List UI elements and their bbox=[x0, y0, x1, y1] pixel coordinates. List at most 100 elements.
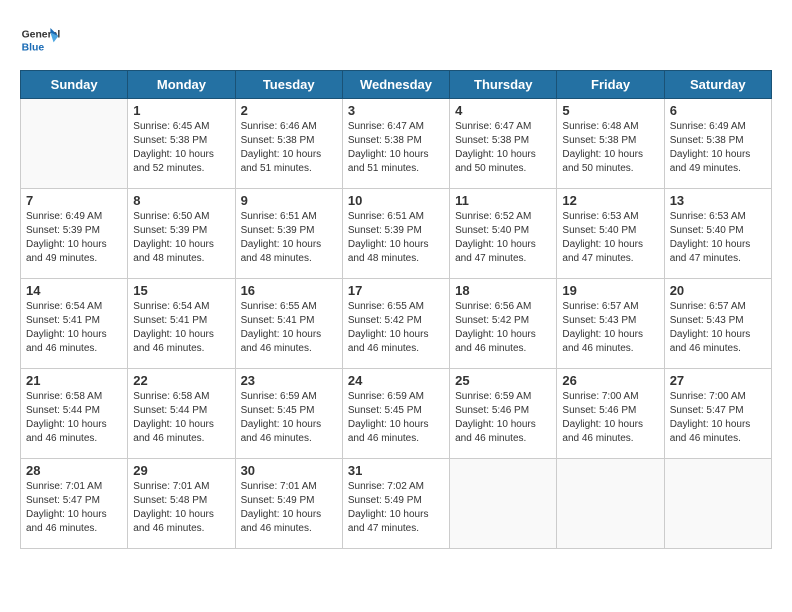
day-number: 19 bbox=[562, 283, 658, 298]
day-number: 8 bbox=[133, 193, 229, 208]
day-number: 25 bbox=[455, 373, 551, 388]
day-number: 20 bbox=[670, 283, 766, 298]
calendar-cell: 30 Sunrise: 7:01 AMSunset: 5:49 PMDayligh… bbox=[235, 459, 342, 549]
calendar-cell: 14 Sunrise: 6:54 AMSunset: 5:41 PMDayligh… bbox=[21, 279, 128, 369]
day-info: Sunrise: 6:58 AMSunset: 5:44 PMDaylight:… bbox=[26, 390, 122, 446]
day-number: 3 bbox=[348, 103, 444, 118]
calendar-cell: 13 Sunrise: 6:53 AMSunset: 5:40 PMDayligh… bbox=[664, 189, 771, 279]
calendar-week-row: 21 Sunrise: 6:58 AMSunset: 5:44 PMDayligh… bbox=[21, 369, 772, 459]
day-info: Sunrise: 6:50 AMSunset: 5:39 PMDaylight:… bbox=[133, 210, 229, 266]
day-info: Sunrise: 6:57 AMSunset: 5:43 PMDaylight:… bbox=[670, 300, 766, 356]
calendar-cell: 11 Sunrise: 6:52 AMSunset: 5:40 PMDayligh… bbox=[450, 189, 557, 279]
calendar-cell: 7 Sunrise: 6:49 AMSunset: 5:39 PMDaylight… bbox=[21, 189, 128, 279]
day-info: Sunrise: 6:53 AMSunset: 5:40 PMDaylight:… bbox=[670, 210, 766, 266]
day-number: 23 bbox=[241, 373, 337, 388]
day-number: 12 bbox=[562, 193, 658, 208]
page-header: General Blue bbox=[20, 20, 772, 60]
day-info: Sunrise: 7:00 AMSunset: 5:47 PMDaylight:… bbox=[670, 390, 766, 446]
day-info: Sunrise: 6:45 AMSunset: 5:38 PMDaylight:… bbox=[133, 120, 229, 176]
calendar-cell: 6 Sunrise: 6:49 AMSunset: 5:38 PMDaylight… bbox=[664, 99, 771, 189]
calendar-cell: 12Sunrise: 6:53 AMSunset: 5:40 PMDayligh… bbox=[557, 189, 664, 279]
calendar-cell: 20 Sunrise: 6:57 AMSunset: 5:43 PMDayligh… bbox=[664, 279, 771, 369]
day-number: 16 bbox=[241, 283, 337, 298]
day-info: Sunrise: 7:01 AMSunset: 5:47 PMDaylight:… bbox=[26, 480, 122, 536]
day-info: Sunrise: 6:59 AMSunset: 5:46 PMDaylight:… bbox=[455, 390, 551, 446]
calendar-cell: 15Sunrise: 6:54 AMSunset: 5:41 PMDayligh… bbox=[128, 279, 235, 369]
calendar-cell: 10 Sunrise: 6:51 AMSunset: 5:39 PMDayligh… bbox=[342, 189, 449, 279]
day-info: Sunrise: 6:47 AMSunset: 5:38 PMDaylight:… bbox=[455, 120, 551, 176]
day-number: 24 bbox=[348, 373, 444, 388]
calendar-table: SundayMondayTuesdayWednesdayThursdayFrid… bbox=[20, 70, 772, 549]
day-number: 1 bbox=[133, 103, 229, 118]
calendar-cell: 16 Sunrise: 6:55 AMSunset: 5:41 PMDayligh… bbox=[235, 279, 342, 369]
day-info: Sunrise: 6:49 AMSunset: 5:38 PMDaylight:… bbox=[670, 120, 766, 176]
calendar-cell: 22 Sunrise: 6:58 AMSunset: 5:44 PMDayligh… bbox=[128, 369, 235, 459]
calendar-cell: 5Sunrise: 6:48 AMSunset: 5:38 PMDaylight… bbox=[557, 99, 664, 189]
day-info: Sunrise: 6:51 AMSunset: 5:39 PMDaylight:… bbox=[348, 210, 444, 266]
day-info: Sunrise: 6:51 AMSunset: 5:39 PMDaylight:… bbox=[241, 210, 337, 266]
calendar-cell: 3 Sunrise: 6:47 AMSunset: 5:38 PMDaylight… bbox=[342, 99, 449, 189]
weekday-header-cell: Friday bbox=[557, 71, 664, 99]
day-info: Sunrise: 6:54 AMSunset: 5:41 PMDaylight:… bbox=[26, 300, 122, 356]
day-info: Sunrise: 6:47 AMSunset: 5:38 PMDaylight:… bbox=[348, 120, 444, 176]
day-number: 31 bbox=[348, 463, 444, 478]
day-number: 21 bbox=[26, 373, 122, 388]
calendar-cell bbox=[664, 459, 771, 549]
day-info: Sunrise: 6:46 AMSunset: 5:38 PMDaylight:… bbox=[241, 120, 337, 176]
day-number: 14 bbox=[26, 283, 122, 298]
logo: General Blue bbox=[20, 20, 64, 60]
calendar-cell: 4 Sunrise: 6:47 AMSunset: 5:38 PMDaylight… bbox=[450, 99, 557, 189]
calendar-cell: 17Sunrise: 6:55 AMSunset: 5:42 PMDayligh… bbox=[342, 279, 449, 369]
calendar-week-row: 1 Sunrise: 6:45 AMSunset: 5:38 PMDaylight… bbox=[21, 99, 772, 189]
calendar-cell: 26Sunrise: 7:00 AMSunset: 5:46 PMDayligh… bbox=[557, 369, 664, 459]
calendar-cell: 1 Sunrise: 6:45 AMSunset: 5:38 PMDaylight… bbox=[128, 99, 235, 189]
day-info: Sunrise: 6:55 AMSunset: 5:42 PMDaylight:… bbox=[348, 300, 444, 356]
day-number: 5 bbox=[562, 103, 658, 118]
calendar-week-row: 14 Sunrise: 6:54 AMSunset: 5:41 PMDayligh… bbox=[21, 279, 772, 369]
day-info: Sunrise: 6:57 AMSunset: 5:43 PMDaylight:… bbox=[562, 300, 658, 356]
calendar-body: 1 Sunrise: 6:45 AMSunset: 5:38 PMDaylight… bbox=[21, 99, 772, 549]
weekday-header-cell: Sunday bbox=[21, 71, 128, 99]
day-number: 4 bbox=[455, 103, 551, 118]
calendar-cell: 28 Sunrise: 7:01 AMSunset: 5:47 PMDayligh… bbox=[21, 459, 128, 549]
weekday-header-cell: Saturday bbox=[664, 71, 771, 99]
calendar-cell: 9Sunrise: 6:51 AMSunset: 5:39 PMDaylight… bbox=[235, 189, 342, 279]
day-number: 18 bbox=[455, 283, 551, 298]
calendar-cell bbox=[450, 459, 557, 549]
day-info: Sunrise: 6:58 AMSunset: 5:44 PMDaylight:… bbox=[133, 390, 229, 446]
day-info: Sunrise: 6:54 AMSunset: 5:41 PMDaylight:… bbox=[133, 300, 229, 356]
day-info: Sunrise: 6:56 AMSunset: 5:42 PMDaylight:… bbox=[455, 300, 551, 356]
day-info: Sunrise: 6:55 AMSunset: 5:41 PMDaylight:… bbox=[241, 300, 337, 356]
calendar-cell: 21 Sunrise: 6:58 AMSunset: 5:44 PMDayligh… bbox=[21, 369, 128, 459]
calendar-cell: 23 Sunrise: 6:59 AMSunset: 5:45 PMDayligh… bbox=[235, 369, 342, 459]
day-number: 7 bbox=[26, 193, 122, 208]
calendar-cell: 29 Sunrise: 7:01 AMSunset: 5:48 PMDayligh… bbox=[128, 459, 235, 549]
day-number: 30 bbox=[241, 463, 337, 478]
weekday-header-row: SundayMondayTuesdayWednesdayThursdayFrid… bbox=[21, 71, 772, 99]
day-info: Sunrise: 6:49 AMSunset: 5:39 PMDaylight:… bbox=[26, 210, 122, 266]
day-number: 13 bbox=[670, 193, 766, 208]
calendar-cell bbox=[557, 459, 664, 549]
day-info: Sunrise: 7:02 AMSunset: 5:49 PMDaylight:… bbox=[348, 480, 444, 536]
day-info: Sunrise: 7:01 AMSunset: 5:48 PMDaylight:… bbox=[133, 480, 229, 536]
calendar-cell: 27 Sunrise: 7:00 AMSunset: 5:47 PMDayligh… bbox=[664, 369, 771, 459]
day-number: 11 bbox=[455, 193, 551, 208]
day-number: 6 bbox=[670, 103, 766, 118]
day-number: 22 bbox=[133, 373, 229, 388]
day-info: Sunrise: 6:52 AMSunset: 5:40 PMDaylight:… bbox=[455, 210, 551, 266]
day-number: 2 bbox=[241, 103, 337, 118]
calendar-cell: 8 Sunrise: 6:50 AMSunset: 5:39 PMDaylight… bbox=[128, 189, 235, 279]
weekday-header-cell: Wednesday bbox=[342, 71, 449, 99]
day-info: Sunrise: 7:01 AMSunset: 5:49 PMDaylight:… bbox=[241, 480, 337, 536]
weekday-header-cell: Thursday bbox=[450, 71, 557, 99]
weekday-header-cell: Monday bbox=[128, 71, 235, 99]
day-number: 10 bbox=[348, 193, 444, 208]
day-number: 28 bbox=[26, 463, 122, 478]
day-number: 27 bbox=[670, 373, 766, 388]
svg-text:Blue: Blue bbox=[22, 42, 45, 53]
calendar-cell: 19 Sunrise: 6:57 AMSunset: 5:43 PMDayligh… bbox=[557, 279, 664, 369]
calendar-week-row: 7 Sunrise: 6:49 AMSunset: 5:39 PMDaylight… bbox=[21, 189, 772, 279]
day-number: 29 bbox=[133, 463, 229, 478]
day-info: Sunrise: 6:59 AMSunset: 5:45 PMDaylight:… bbox=[241, 390, 337, 446]
day-number: 26 bbox=[562, 373, 658, 388]
